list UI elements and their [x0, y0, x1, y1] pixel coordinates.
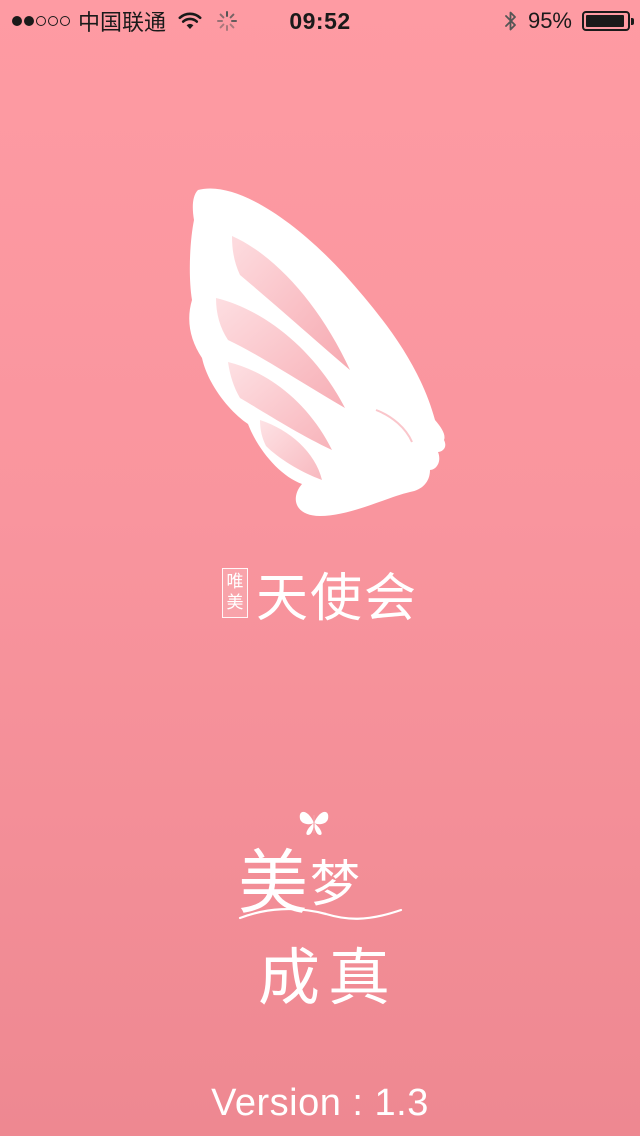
angel-wing-face-logo — [189, 188, 446, 517]
battery-level-fill — [586, 15, 624, 27]
slogan-line-2: 成真 — [258, 941, 399, 1014]
slogan: 美梦 成真 — [0, 805, 640, 1015]
status-bar: 中国联通 09:52 95% — [0, 0, 640, 40]
brand-seal: 唯 美 — [221, 568, 248, 618]
brand-wordmark: 唯 美 天使会 — [0, 560, 640, 629]
seal-char: 美 — [226, 593, 244, 613]
brand-name: 天使会 — [255, 568, 418, 629]
slogan-swash — [238, 907, 403, 920]
battery-icon — [582, 11, 634, 31]
status-bar-right: 95% — [504, 6, 634, 36]
version-label: Version : 1.3 — [211, 1082, 429, 1124]
seal-char: 唯 — [226, 572, 244, 592]
bluetooth-icon — [505, 11, 516, 31]
battery-percentage: 95% — [527, 8, 572, 33]
